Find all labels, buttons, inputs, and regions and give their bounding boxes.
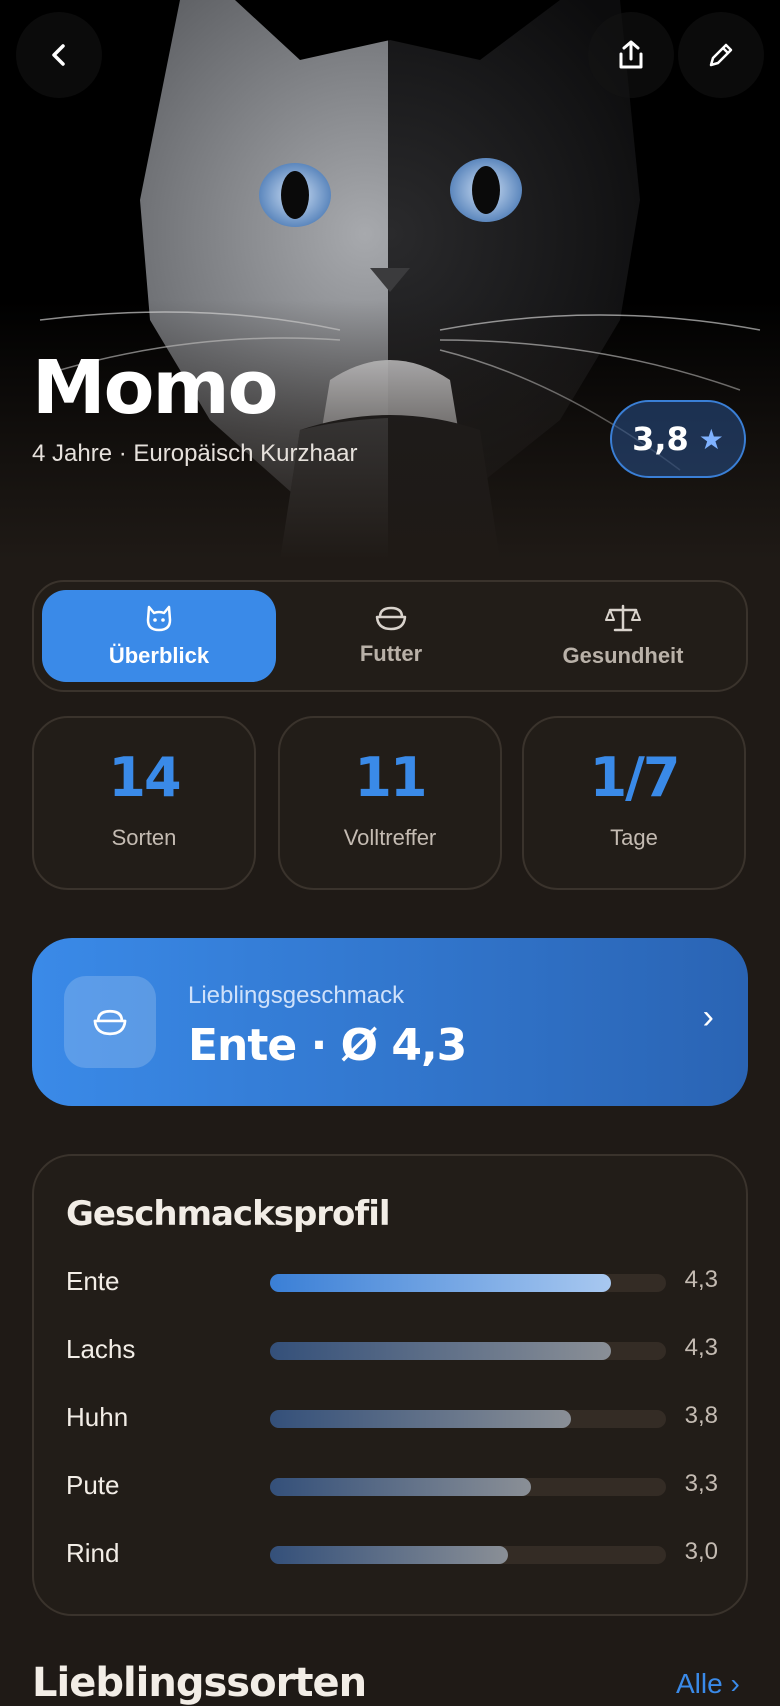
stat-card-varieties: 14 Sorten [32,716,256,890]
pet-name: Momo [32,345,278,431]
chevron-left-icon [52,44,65,66]
share-icon [619,40,643,69]
taste-bar-track [270,1546,666,1564]
taste-bar-fill [270,1274,611,1292]
pencil-icon [709,43,733,67]
tab-bar: Überblick Futter Gesundheit [32,580,748,692]
tab-health[interactable]: Gesundheit [506,590,740,682]
stat-value: 11 [354,746,427,809]
scale-icon [605,604,641,632]
taste-row: Pute 3,3 [66,1464,718,1504]
taste-profile-card: Geschmacksprofil Ente 4,3 Lachs 4,3 Huhn 3,8 P… [32,1154,748,1616]
bowl-icon [375,606,407,631]
favorite-icon-box [64,976,156,1068]
taste-value: 3,3 [684,1470,718,1497]
stat-value: 1/7 [589,746,681,809]
taste-value: 4,3 [684,1334,718,1361]
taste-name: Ente [66,1266,120,1296]
chevron-right-icon: › [702,998,714,1036]
back-button[interactable] [16,12,102,98]
tab-label: Gesundheit [562,643,684,668]
pet-subtitle: 4 Jahre · Europäisch Kurzhaar [32,440,358,467]
stat-label: Sorten [111,825,177,850]
show-all-link[interactable]: Alle › [676,1668,740,1700]
taste-name: Rind [66,1538,120,1568]
taste-bar-track [270,1342,666,1360]
stat-card-days: 1/7 Tage [522,716,746,890]
taste-name: Huhn [66,1402,129,1432]
taste-value: 4,3 [684,1266,718,1293]
taste-row: Ente 4,3 [66,1260,718,1300]
taste-row: Rind 3,0 [66,1532,718,1572]
favorite-flavor-card[interactable]: Lieblingsgeschmack Ente · Ø 4,3 › [32,938,748,1106]
tab-label: Überblick [108,643,210,668]
stat-card-hits: 11 Volltreffer [278,716,502,890]
bowl-icon [93,1009,127,1036]
edit-button[interactable] [678,12,764,98]
taste-bar-fill [270,1546,508,1564]
taste-profile-title: Geschmacksprofil [66,1194,391,1234]
tab-food[interactable]: Futter [274,590,508,682]
taste-name: Lachs [66,1334,136,1364]
taste-bar-fill [270,1342,611,1360]
star-icon: ★ [698,423,724,455]
taste-bar-track [270,1478,666,1496]
favorite-label: Lieblingsgeschmack [188,982,405,1009]
taste-bar-fill [270,1478,532,1496]
stat-label: Tage [610,825,658,850]
tab-label: Futter [359,641,423,666]
tab-overview[interactable]: Überblick [42,590,276,682]
taste-bar-track [270,1410,666,1428]
rating-badge[interactable]: 3,8 ★ [610,400,746,478]
stat-value: 14 [108,746,181,809]
share-button[interactable] [588,12,674,98]
rating-value: 3,8 [632,420,689,458]
taste-row: Lachs 4,3 [66,1328,718,1368]
taste-name: Pute [66,1470,120,1500]
taste-row: Huhn 3,8 [66,1396,718,1436]
taste-bar-track [270,1274,666,1292]
favorite-varieties-title: Lieblingssorten [32,1660,367,1706]
taste-value: 3,8 [684,1402,718,1429]
favorite-value: Ente · Ø 4,3 [188,1020,467,1071]
stat-label: Volltreffer [343,825,437,850]
cat-face-icon [146,605,172,632]
taste-bar-fill [270,1410,571,1428]
taste-value: 3,0 [684,1538,718,1565]
